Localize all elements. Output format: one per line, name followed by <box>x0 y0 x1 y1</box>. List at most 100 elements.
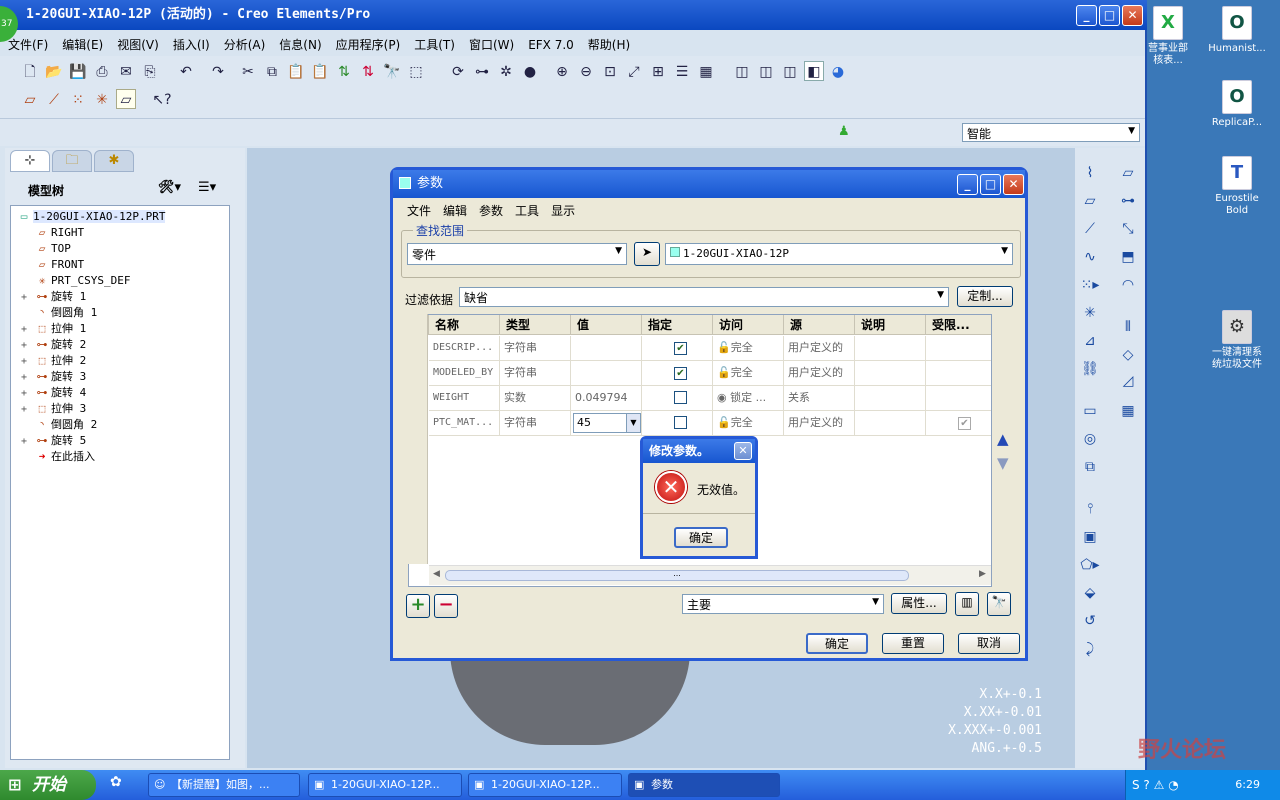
open-file-icon[interactable]: 📂 <box>44 62 64 82</box>
expand-icon[interactable]: + <box>21 290 33 306</box>
scroll-left-icon[interactable]: ◀ <box>433 569 440 579</box>
view-manager-icon[interactable]: ▦ <box>696 62 716 82</box>
regenerate-icon[interactable]: ⇅ <box>334 62 354 82</box>
rib-icon[interactable]: ⫯ <box>1079 498 1101 520</box>
taskbar-item-creo-2[interactable]: ▣ 1-20GUI-XIAO-12P... <box>468 773 622 797</box>
cell-value[interactable]: 45 ▼ <box>571 411 642 436</box>
analysis-tool-icon[interactable]: ⊿ <box>1079 330 1101 352</box>
merge-icon[interactable]: ◇ <box>1117 344 1139 366</box>
designate-checkbox[interactable] <box>674 391 687 404</box>
dialog-minimize-button[interactable]: _ <box>957 174 978 195</box>
clock[interactable]: 6:29 <box>1235 778 1260 791</box>
cell-designate[interactable] <box>642 411 713 436</box>
mirror-icon[interactable]: ⫴ <box>1117 316 1139 338</box>
cell-designate[interactable] <box>642 386 713 411</box>
cell-value[interactable]: 0.049794 <box>571 386 642 411</box>
expand-icon[interactable]: + <box>21 338 33 354</box>
copy-icon[interactable]: ⧉ <box>262 62 282 82</box>
tray-icons[interactable]: S ? ⚠ ◔ <box>1132 770 1179 800</box>
expand-icon[interactable]: + <box>21 370 33 386</box>
cell-description[interactable] <box>855 336 926 361</box>
desktop-icon-replica[interactable]: O ReplicaP... <box>1197 80 1277 129</box>
tree-item[interactable]: + ⊶ 旋转 4 <box>21 385 86 401</box>
column-header[interactable]: 指定 <box>642 315 713 335</box>
taskbar-item-parameters[interactable]: ▣ 参数 <box>628 773 780 797</box>
designate-checkbox[interactable]: ✔ <box>674 342 687 355</box>
orient-icon[interactable]: ⊶ <box>472 62 492 82</box>
column-header[interactable]: 类型 <box>500 315 571 335</box>
appearance-icon[interactable]: ● <box>520 62 540 82</box>
wireframe-icon[interactable]: ◫ <box>732 62 752 82</box>
enhanced-realism-icon[interactable]: ◕ <box>828 62 848 82</box>
start-button[interactable]: ⊞ 开始 <box>0 770 96 800</box>
blend-icon[interactable]: ⬒ <box>1117 246 1139 268</box>
tree-item[interactable]: ▱ RIGHT <box>21 225 84 241</box>
trim-icon[interactable]: ◿ <box>1117 370 1139 392</box>
cell-name[interactable]: DESCRIP... <box>429 336 500 361</box>
send-mail-icon[interactable]: ✉ <box>116 62 136 82</box>
boundary-icon[interactable]: ◠ <box>1117 274 1139 296</box>
reset-button[interactable]: 重置 <box>882 633 944 654</box>
redo-icon[interactable]: ↷ <box>208 62 228 82</box>
menu-analysis[interactable]: 分析(A) <box>216 33 272 53</box>
tree-item[interactable]: ▱ TOP <box>21 241 71 257</box>
select-box-icon[interactable]: ⬚ <box>406 62 426 82</box>
tree-item[interactable]: ◝ 倒圆角 1 <box>21 305 98 321</box>
find-binoculars-icon[interactable]: 🔭 <box>987 592 1011 616</box>
scope-target-select[interactable]: 1-20GUI-XIAO-12P ▼ <box>665 243 1013 265</box>
cell-source[interactable]: 用户定义的 <box>784 336 855 361</box>
menu-edit[interactable]: 编辑(E) <box>54 33 109 53</box>
restricted-checkbox[interactable]: ✔ <box>958 417 971 430</box>
menu-view[interactable]: 视图(V) <box>109 33 165 53</box>
cell-access[interactable]: 🔓完全 <box>713 361 784 386</box>
csys-display-icon[interactable]: ✳ <box>92 90 112 110</box>
column-header[interactable]: 受限... <box>926 315 991 335</box>
annotation-display-icon[interactable]: ▱ <box>116 89 136 109</box>
desktop-icon-eurostile[interactable]: T Eurostile Bold <box>1197 156 1277 217</box>
no-hidden-icon[interactable]: ◫ <box>780 62 800 82</box>
cell-type[interactable]: 字符串 <box>500 336 571 361</box>
layers-icon[interactable]: ☰ <box>672 62 692 82</box>
menu-tools[interactable]: 工具(T) <box>406 33 461 53</box>
dialog-close-button[interactable]: ✕ <box>1003 174 1024 195</box>
regen-manager-icon[interactable]: ⇅ <box>358 62 378 82</box>
designate-checkbox[interactable]: ✔ <box>674 367 687 380</box>
cell-source[interactable]: 关系 <box>784 386 855 411</box>
taskbar-item-creo-1[interactable]: ▣ 1-20GUI-XIAO-12P... <box>308 773 462 797</box>
tree-columns-icon[interactable]: ☰▾ <box>198 180 216 195</box>
add-parameter-button[interactable]: + <box>406 594 430 618</box>
chevron-down-icon[interactable]: ▼ <box>626 414 640 432</box>
menu-help[interactable]: 帮助(H) <box>580 33 636 53</box>
column-header[interactable]: 说明 <box>855 315 926 335</box>
tree-item[interactable]: ➜ 在此插入 <box>21 449 95 465</box>
column-header[interactable]: 源 <box>784 315 855 335</box>
horizontal-scrollbar[interactable]: ◀ ... ▶ <box>429 565 991 585</box>
cell-name[interactable]: MODELED_BY <box>429 361 500 386</box>
cancel-button[interactable]: 取消 <box>958 633 1020 654</box>
column-header[interactable]: 值 <box>571 315 642 335</box>
delete-parameter-button[interactable]: − <box>434 594 458 618</box>
properties-button[interactable]: 属性... <box>891 593 947 614</box>
tree-item[interactable]: ◝ 倒圆角 2 <box>21 417 98 433</box>
cell-name[interactable]: WEIGHT <box>429 386 500 411</box>
tree-item[interactable]: ✳ PRT_CSYS_DEF <box>21 273 131 289</box>
datum-point-display-icon[interactable]: ⁙ <box>68 90 88 110</box>
dialog-menu-tools[interactable]: 工具 <box>515 204 539 218</box>
spinal-bend-icon[interactable]: ⤸ <box>1079 638 1101 660</box>
cell-description[interactable] <box>855 361 926 386</box>
customize-button[interactable]: 定制... <box>957 286 1013 307</box>
tab-favorites[interactable]: ✱ <box>94 150 134 172</box>
cell-type[interactable]: 字符串 <box>500 361 571 386</box>
dialog-maximize-button[interactable]: □ <box>980 174 1001 195</box>
selection-filter-select[interactable]: 智能 ▼ <box>962 123 1140 142</box>
saved-views-icon[interactable]: ⊞ <box>648 62 668 82</box>
tree-item[interactable]: + ⬚ 拉伸 3 <box>21 401 86 417</box>
move-down-icon[interactable]: ▼ <box>997 454 1009 472</box>
expand-icon[interactable]: + <box>21 322 33 338</box>
cell-description[interactable] <box>855 411 926 436</box>
value-edit-combo[interactable]: 45 ▼ <box>573 413 641 433</box>
expand-icon[interactable]: + <box>21 354 33 370</box>
hidden-line-icon[interactable]: ◫ <box>756 62 776 82</box>
error-ok-button[interactable]: 确定 <box>674 527 728 548</box>
paste-special-icon[interactable]: 📋 <box>310 62 330 82</box>
